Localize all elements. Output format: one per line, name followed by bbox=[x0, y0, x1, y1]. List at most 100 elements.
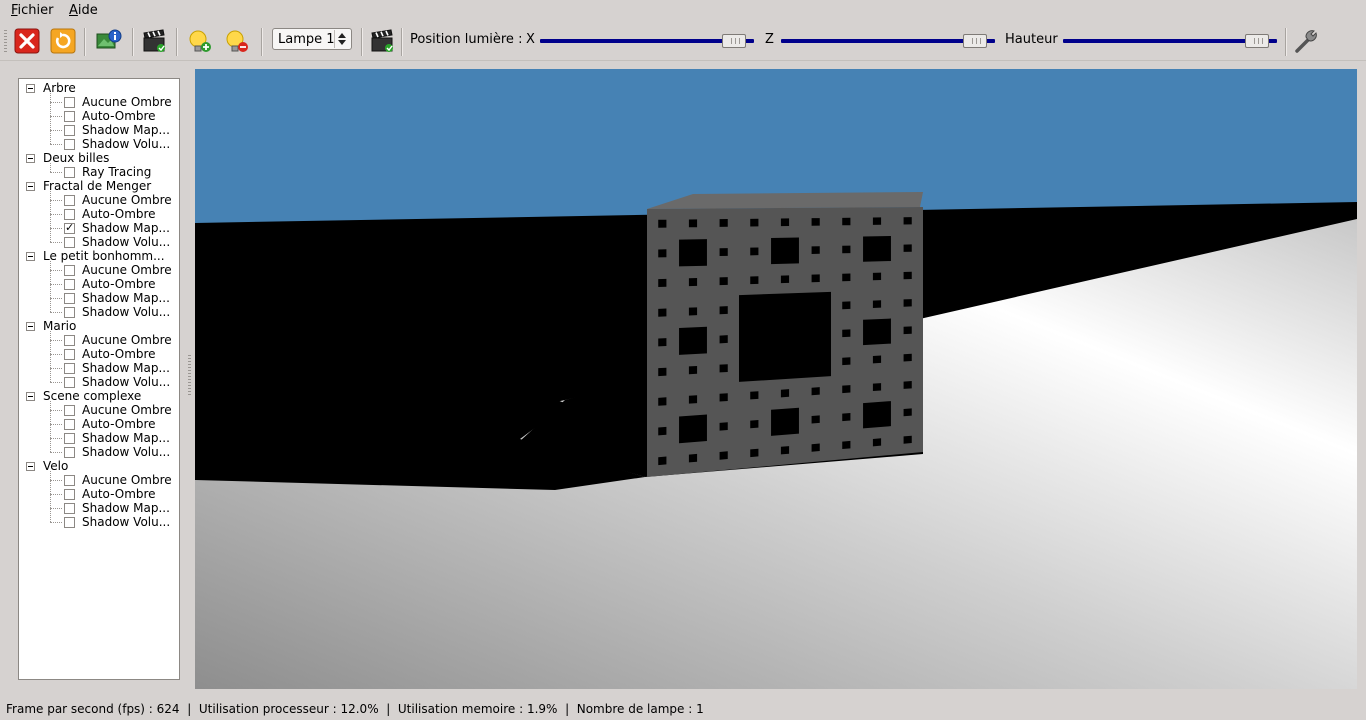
add-light-button[interactable] bbox=[184, 26, 214, 56]
tree-group[interactable]: Scene complexe bbox=[19, 389, 177, 403]
tree-item[interactable]: Aucune Ombre bbox=[19, 333, 177, 347]
tree-item[interactable]: Aucune Ombre bbox=[19, 193, 177, 207]
tree-item[interactable]: Shadow Map... bbox=[19, 123, 177, 137]
menger-hole bbox=[842, 329, 851, 338]
tree-item[interactable]: Auto-Ombre bbox=[19, 417, 177, 431]
item-checkbox[interactable] bbox=[64, 265, 75, 276]
tree-item[interactable]: Shadow Volu... bbox=[19, 305, 177, 319]
scene-tree[interactable]: Arbre Aucune Ombre Auto-Ombre Shadow Map...… bbox=[18, 78, 180, 680]
tree-branch-line bbox=[50, 284, 62, 285]
tree-group[interactable]: Velo bbox=[19, 459, 177, 473]
collapse-icon[interactable] bbox=[26, 462, 35, 471]
item-checkbox[interactable] bbox=[64, 279, 75, 290]
tree-item[interactable]: Shadow Map... bbox=[19, 361, 177, 375]
tree-item[interactable]: Shadow Volu... bbox=[19, 445, 177, 459]
scene-info-icon bbox=[96, 29, 122, 49]
item-checkbox[interactable] bbox=[64, 97, 75, 108]
tree-item[interactable]: Aucune Ombre bbox=[19, 403, 177, 417]
item-checkbox[interactable] bbox=[64, 363, 75, 374]
slider-x[interactable] bbox=[540, 30, 754, 52]
toolbar-grip[interactable] bbox=[4, 30, 7, 54]
item-checkbox[interactable] bbox=[64, 503, 75, 514]
spin-up-icon[interactable] bbox=[338, 33, 346, 38]
item-checkbox[interactable] bbox=[64, 125, 75, 136]
menger-hole bbox=[658, 367, 667, 377]
tree-group[interactable]: Fractal de Menger bbox=[19, 179, 177, 193]
slider-z-handle[interactable] bbox=[963, 34, 987, 48]
menger-hole bbox=[750, 247, 759, 256]
spin-down-icon[interactable] bbox=[338, 40, 346, 45]
collapse-icon[interactable] bbox=[26, 84, 35, 93]
menu-aide[interactable]: Aide bbox=[69, 3, 98, 19]
menger-hole bbox=[903, 381, 912, 389]
animation-button[interactable] bbox=[139, 26, 169, 56]
item-checkbox[interactable] bbox=[64, 237, 75, 248]
tree-item[interactable]: Shadow Map... bbox=[19, 431, 177, 445]
item-checkbox[interactable] bbox=[64, 293, 75, 304]
settings-button[interactable] bbox=[1291, 26, 1321, 56]
tree-branch-line bbox=[50, 471, 51, 522]
item-checkbox[interactable] bbox=[64, 307, 75, 318]
render-viewport[interactable] bbox=[195, 69, 1357, 689]
tree-item[interactable]: Shadow Map... bbox=[19, 501, 177, 515]
lamp-select[interactable]: Lampe 1 bbox=[272, 28, 352, 50]
tree-item[interactable]: Auto-Ombre bbox=[19, 347, 177, 361]
tree-item[interactable]: Auto-Ombre bbox=[19, 207, 177, 221]
tree-item[interactable]: Shadow Volu... bbox=[19, 375, 177, 389]
item-checkbox[interactable] bbox=[64, 221, 75, 235]
collapse-icon[interactable] bbox=[26, 392, 35, 401]
tree-branch-line bbox=[50, 494, 62, 495]
render-button[interactable] bbox=[367, 26, 397, 56]
close-button[interactable] bbox=[12, 26, 42, 56]
slider-x-handle[interactable] bbox=[722, 34, 746, 48]
collapse-icon[interactable] bbox=[26, 322, 35, 331]
collapse-icon[interactable] bbox=[26, 182, 35, 191]
tree-group[interactable]: Arbre bbox=[19, 81, 177, 95]
menger-hole bbox=[842, 357, 851, 366]
tree-item[interactable]: Auto-Ombre bbox=[19, 487, 177, 501]
tree-item[interactable]: Shadow Map... bbox=[19, 291, 177, 305]
spinner-arrows[interactable] bbox=[334, 30, 349, 48]
tree-group[interactable]: Le petit bonhomm... bbox=[19, 249, 177, 263]
tree-item[interactable]: Auto-Ombre bbox=[19, 277, 177, 291]
item-checkbox[interactable] bbox=[64, 195, 75, 206]
menu-fichier[interactable]: Fichier bbox=[11, 3, 54, 19]
tree-item[interactable]: Aucune Ombre bbox=[19, 473, 177, 487]
tree-item[interactable]: Shadow Volu... bbox=[19, 235, 177, 249]
splitter-handle[interactable] bbox=[188, 355, 191, 395]
tree-item-label: Auto-Ombre bbox=[82, 347, 156, 361]
item-checkbox[interactable] bbox=[64, 209, 75, 220]
tree-group[interactable]: Mario bbox=[19, 319, 177, 333]
item-checkbox[interactable] bbox=[64, 475, 75, 486]
tree-item[interactable]: Shadow Volu... bbox=[19, 137, 177, 151]
collapse-icon[interactable] bbox=[26, 154, 35, 163]
item-checkbox[interactable] bbox=[64, 139, 75, 150]
collapse-icon[interactable] bbox=[26, 252, 35, 261]
remove-light-button[interactable] bbox=[221, 26, 251, 56]
tree-group-label: Arbre bbox=[43, 81, 76, 95]
item-checkbox[interactable] bbox=[64, 419, 75, 430]
tree-item-label: Auto-Ombre bbox=[82, 487, 156, 501]
slider-z[interactable] bbox=[781, 30, 995, 52]
refresh-button[interactable] bbox=[48, 26, 78, 56]
tree-item[interactable]: Aucune Ombre bbox=[19, 263, 177, 277]
item-checkbox[interactable] bbox=[64, 489, 75, 500]
slider-height[interactable] bbox=[1063, 30, 1277, 52]
item-checkbox[interactable] bbox=[64, 111, 75, 122]
item-checkbox[interactable] bbox=[64, 405, 75, 416]
tree-item[interactable]: Ray Tracing bbox=[19, 165, 177, 179]
item-checkbox[interactable] bbox=[64, 335, 75, 346]
item-checkbox[interactable] bbox=[64, 433, 75, 444]
scene-info-button[interactable] bbox=[94, 26, 124, 56]
tree-item[interactable]: Shadow Map... bbox=[19, 221, 177, 235]
item-checkbox[interactable] bbox=[64, 349, 75, 360]
item-checkbox[interactable] bbox=[64, 517, 75, 528]
tree-item[interactable]: Auto-Ombre bbox=[19, 109, 177, 123]
item-checkbox[interactable] bbox=[64, 167, 75, 178]
tree-group[interactable]: Deux billes bbox=[19, 151, 177, 165]
item-checkbox[interactable] bbox=[64, 377, 75, 388]
tree-item[interactable]: Shadow Volu... bbox=[19, 515, 177, 529]
tree-item[interactable]: Aucune Ombre bbox=[19, 95, 177, 109]
item-checkbox[interactable] bbox=[64, 447, 75, 458]
slider-height-handle[interactable] bbox=[1245, 34, 1269, 48]
